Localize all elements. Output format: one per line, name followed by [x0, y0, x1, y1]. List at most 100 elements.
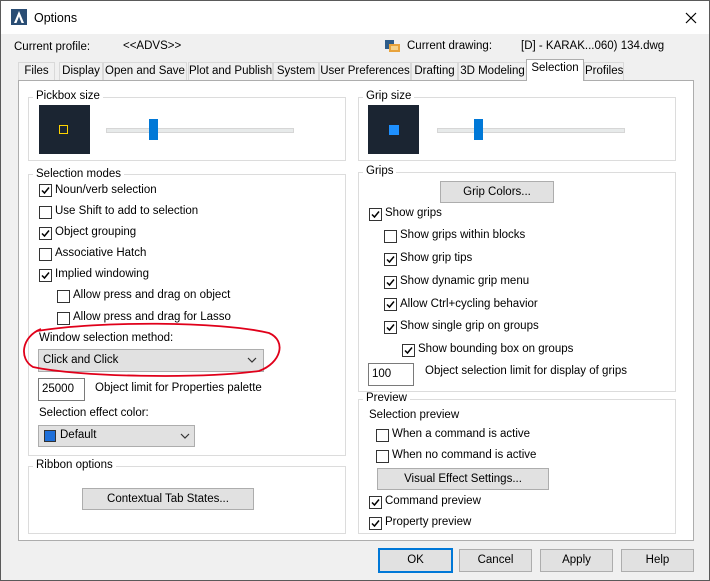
grip-size-title: Grip size: [363, 90, 415, 102]
grips-within-blocks-checkbox[interactable]: [384, 230, 397, 243]
grips-within-blocks-label: Show grips within blocks: [400, 229, 526, 241]
checkmark-icon: [41, 187, 50, 195]
no-command-active-label: When no command is active: [392, 449, 537, 461]
bounding-box-groups-checkbox[interactable]: [402, 344, 415, 357]
noun-verb-label: Noun/verb selection: [55, 184, 157, 196]
property-preview-checkbox[interactable]: [369, 517, 382, 530]
pickbox-preview: [39, 105, 90, 154]
checkmark-icon: [371, 211, 380, 219]
press-drag-object-label: Allow press and drag on object: [73, 289, 231, 301]
object-limit-input[interactable]: 25000: [38, 378, 85, 401]
contextual-tab-states-button[interactable]: Contextual Tab States...: [82, 488, 254, 510]
ctrl-cycling-label: Allow Ctrl+cycling behavior: [400, 298, 538, 310]
close-icon: [685, 12, 697, 23]
grip-square: [389, 125, 399, 135]
single-grip-groups-label: Show single grip on groups: [400, 320, 539, 332]
tab-profiles[interactable]: Profiles: [584, 62, 624, 80]
show-grips-checkbox[interactable]: [369, 208, 382, 221]
associative-hatch-checkbox[interactable]: [39, 248, 52, 261]
checkmark-icon: [41, 272, 50, 280]
command-preview-checkbox[interactable]: [369, 496, 382, 509]
checkmark-icon: [404, 347, 413, 355]
current-profile-value: <<ADVS>>: [123, 40, 182, 52]
associative-hatch-label: Associative Hatch: [55, 247, 147, 259]
tab-3d-modeling[interactable]: 3D Modeling: [458, 62, 527, 80]
dynamic-grip-menu-checkbox[interactable]: [384, 276, 397, 289]
noun-verb-checkbox[interactable]: [39, 184, 52, 197]
checkmark-icon: [386, 256, 395, 264]
red-annotation-ellipse: [23, 322, 281, 377]
bounding-box-groups-label: Show bounding box on groups: [418, 343, 574, 355]
tab-user-preferences[interactable]: User Preferences: [319, 62, 411, 80]
tab-system[interactable]: System: [273, 62, 319, 80]
object-limit-label: Object limit for Properties palette: [95, 382, 262, 394]
show-grips-label: Show grips: [385, 207, 442, 219]
command-active-label: When a command is active: [392, 428, 531, 440]
command-preview-label: Command preview: [385, 495, 481, 507]
implied-windowing-label: Implied windowing: [55, 268, 149, 280]
ok-button[interactable]: OK: [378, 548, 453, 573]
checkmark-icon: [386, 324, 395, 332]
grip-tips-label: Show grip tips: [400, 252, 473, 264]
help-button[interactable]: Help: [621, 549, 694, 572]
cancel-button[interactable]: Cancel: [459, 549, 532, 572]
pickbox-size-title: Pickbox size: [33, 90, 103, 102]
grip-limit-label: Object selection limit for display of gr…: [425, 365, 627, 377]
options-dialog: Options Current profile: <<ADVS>> Curren…: [0, 0, 710, 581]
ctrl-cycling-checkbox[interactable]: [384, 298, 397, 311]
close-button[interactable]: [673, 1, 709, 34]
ribbon-options-title: Ribbon options: [33, 459, 116, 471]
single-grip-groups-checkbox[interactable]: [384, 321, 397, 334]
tab-open-and-save[interactable]: Open and Save: [103, 62, 187, 80]
current-drawing-value: [D] - KARAK...060) 134.dwg: [521, 40, 665, 52]
pickbox-size-slider-track[interactable]: [106, 128, 294, 133]
grip-size-slider-track[interactable]: [437, 128, 625, 133]
dynamic-grip-menu-label: Show dynamic grip menu: [400, 275, 530, 287]
tab-display[interactable]: Display: [59, 62, 103, 80]
no-command-active-checkbox[interactable]: [376, 450, 389, 463]
title-bar: Options: [1, 1, 709, 34]
press-drag-object-checkbox[interactable]: [57, 290, 70, 303]
tab-files[interactable]: Files: [18, 62, 55, 80]
use-shift-checkbox[interactable]: [39, 206, 52, 219]
effect-color-dropdown[interactable]: Default: [38, 425, 195, 447]
chevron-down-icon: [180, 433, 190, 439]
drawing-icon: [385, 40, 400, 52]
object-grouping-label: Object grouping: [55, 226, 137, 238]
apply-button[interactable]: Apply: [540, 549, 613, 572]
command-active-checkbox[interactable]: [376, 429, 389, 442]
checkmark-icon: [386, 301, 395, 309]
selection-preview-label: Selection preview: [369, 409, 460, 421]
grip-tips-checkbox[interactable]: [384, 253, 397, 266]
visual-effect-settings-button[interactable]: Visual Effect Settings...: [377, 468, 549, 490]
checkmark-icon: [371, 499, 380, 507]
pickbox-size-slider-thumb[interactable]: [149, 119, 158, 140]
grip-colors-button[interactable]: Grip Colors...: [440, 181, 554, 203]
grip-limit-input[interactable]: 100: [368, 363, 414, 386]
pickbox-square: [59, 125, 68, 134]
tab-drafting[interactable]: Drafting: [411, 62, 458, 80]
tab-plot-and-publish[interactable]: Plot and Publish: [188, 62, 273, 80]
grip-size-slider-thumb[interactable]: [474, 119, 483, 140]
object-limit-value: 25000: [42, 383, 74, 395]
checkmark-icon: [386, 279, 395, 287]
use-shift-label: Use Shift to add to selection: [55, 205, 199, 217]
grip-limit-value: 100: [372, 368, 392, 380]
implied-windowing-checkbox[interactable]: [39, 269, 52, 282]
preview-title: Preview: [363, 392, 410, 404]
object-grouping-checkbox[interactable]: [39, 227, 52, 240]
current-drawing-label: Current drawing:: [407, 40, 493, 52]
autocad-logo-icon: [11, 9, 27, 25]
current-profile-label: Current profile:: [14, 41, 91, 53]
grips-title: Grips: [363, 165, 397, 177]
selection-modes-title: Selection modes: [33, 168, 125, 180]
property-preview-label: Property preview: [385, 516, 472, 528]
effect-color-value: Default: [60, 429, 97, 441]
window-title: Options: [34, 11, 78, 25]
tab-selection[interactable]: Selection: [526, 59, 584, 81]
effect-color-label: Selection effect color:: [39, 407, 149, 419]
checkmark-icon: [371, 520, 380, 528]
checkmark-icon: [41, 230, 50, 238]
color-swatch: [44, 430, 56, 442]
grip-preview: [368, 105, 419, 154]
